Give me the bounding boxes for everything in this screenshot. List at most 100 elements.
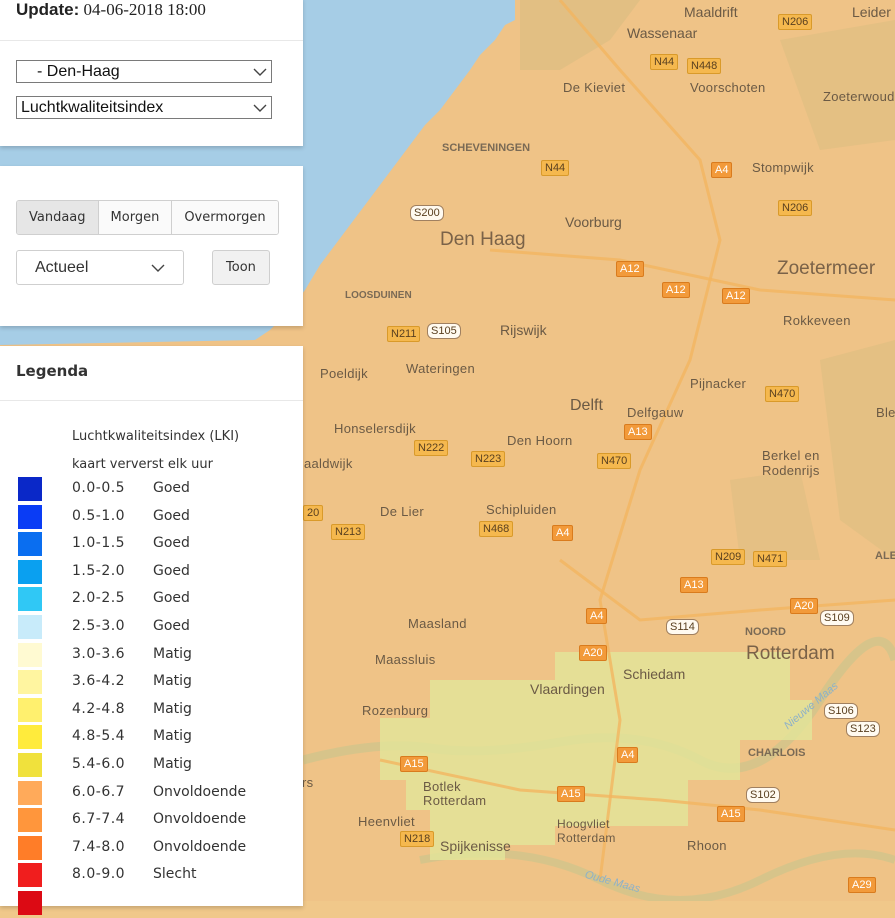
legend-range: 0.5-1.0 — [72, 507, 126, 524]
legend-row — [0, 891, 303, 918]
index-select[interactable]: Luchtkwaliteitsindex — [16, 96, 272, 119]
road-shield-s109: S109 — [820, 610, 854, 626]
place-stompwijk: Stompwijk — [752, 160, 814, 175]
road-shield-s106: S106 — [824, 703, 858, 719]
road-shield-n20: 20 — [303, 505, 324, 521]
road-shield-a12: A12 — [616, 261, 644, 277]
legend-range: 4.2-4.8 — [72, 700, 126, 717]
legend-swatch — [18, 891, 42, 915]
road-shield-n206-b: N206 — [778, 200, 813, 216]
index-select-value: Luchtkwaliteitsindex — [21, 99, 164, 116]
road-shield-a20-b: A20 — [579, 645, 607, 661]
place-ale: ALE — [875, 550, 895, 562]
legend-swatch — [18, 642, 42, 667]
divider — [0, 40, 303, 41]
place-maassluis: Maassluis — [375, 652, 436, 667]
legend-label: Onvoldoende — [153, 838, 247, 855]
legend-range: 5.4-6.0 — [72, 756, 126, 772]
place-hoogvliet-rotterdam: Hoogvliet Rotterdam — [557, 817, 616, 845]
place-charlois: CHARLOIS — [748, 747, 806, 759]
legend-swatch — [18, 808, 42, 833]
legend-swatch — [18, 559, 42, 584]
legend-range: 0.0-0.5 — [72, 480, 126, 496]
legend-refresh-note: kaart ververst elk uur — [72, 457, 213, 472]
legend-label: Matig — [153, 700, 192, 717]
legend-row: 2.5-3.0 Goed — [0, 615, 303, 642]
legend-row: 6.7-7.4 Onvoldoende — [0, 808, 303, 835]
place-de-kieviet: De Kieviet — [563, 80, 626, 95]
legend-swatch — [18, 615, 42, 639]
legend-range: 3.6-4.2 — [72, 673, 126, 690]
legend-title: Legenda — [16, 362, 89, 380]
forecast-panel: Vandaag Morgen Overmorgen Actueel Toon — [0, 166, 303, 326]
legend-swatch — [18, 504, 42, 529]
place-pijnacker: Pijnacker — [690, 376, 747, 391]
road-shield-s200: S200 — [410, 205, 444, 221]
road-shield-a12-c: A12 — [722, 288, 750, 304]
legend-label: Goed — [153, 507, 190, 524]
legend-swatch — [18, 670, 42, 695]
legend-range: 1.0-1.5 — [72, 535, 126, 552]
legend-subtitle: Luchtkwaliteitsindex (LKI) — [72, 429, 240, 444]
legend-row: 1.0-1.5 Goed — [0, 532, 303, 559]
legend-range: 6.0-6.7 — [72, 783, 126, 800]
place-poeldijk: Poeldijk — [320, 366, 368, 381]
legend-range: 2.5-3.0 — [72, 618, 126, 634]
legend-row: 1.5-2.0 Goed — [0, 559, 303, 587]
place-ble: Ble — [876, 405, 895, 420]
road-shield-a4-c: A4 — [586, 608, 608, 624]
place-berkel-en-rodenrijs: Berkel en Rodenrijs — [762, 448, 820, 478]
road-shield-n44-b: N44 — [541, 160, 570, 176]
road-shield-s105: S105 — [427, 323, 461, 339]
legend-label: Matig — [153, 756, 192, 772]
location-select[interactable]: - Den-Haag — [16, 60, 272, 83]
tab-overmorgen[interactable]: Overmorgen — [172, 201, 278, 234]
tab-vandaag[interactable]: Vandaag — [17, 201, 99, 234]
road-shield-n448: N448 — [687, 58, 722, 74]
place-den-hoorn: Den Hoorn — [507, 433, 573, 448]
legend-panel: Legenda Luchtkwaliteitsindex (LKI) kaart… — [0, 346, 303, 915]
divider — [0, 400, 303, 401]
legend-range: 7.4-8.0 — [72, 838, 126, 855]
place-spijkenisse: Spijkenisse — [440, 838, 511, 854]
time-dropdown[interactable]: Actueel — [16, 250, 184, 285]
show-button[interactable]: Toon — [212, 250, 270, 285]
legend-swatch — [18, 835, 42, 860]
place-leiden: Leider — [852, 4, 891, 20]
road-shield-n44: N44 — [650, 54, 679, 70]
legend-range: 8.0-9.0 — [72, 866, 126, 883]
legend-swatch — [18, 780, 42, 805]
road-shield-n470: N470 — [765, 386, 800, 402]
place-schipluiden: Schipluiden — [486, 502, 557, 517]
place-delfgauw: Delfgauw — [627, 405, 684, 420]
legend-range: 1.5-2.0 — [72, 562, 126, 579]
legend-label: Slecht — [153, 866, 197, 883]
place-voorburg: Voorburg — [565, 214, 622, 230]
chevron-down-icon — [253, 68, 267, 76]
road-shield-a29: A29 — [848, 877, 876, 893]
legend-range: 2.0-2.5 — [72, 590, 126, 607]
location-select-value: - Den-Haag — [37, 63, 120, 80]
legend-label: Goed — [153, 562, 190, 579]
legend-swatch — [18, 587, 42, 612]
place-botlek-rotterdam: Botlek Rotterdam — [423, 779, 487, 808]
legend-swatch — [18, 532, 42, 557]
road-shield-s114: S114 — [666, 619, 699, 635]
place-zoetermeer: Zoetermeer — [777, 258, 876, 279]
legend-swatch — [18, 753, 42, 777]
time-dropdown-value: Actueel — [35, 259, 89, 276]
place-schiedam: Schiedam — [623, 666, 686, 682]
legend-row: 6.0-6.7 Onvoldoende — [0, 780, 303, 808]
tab-morgen[interactable]: Morgen — [98, 201, 173, 234]
legend-row: 0.0-0.5 Goed — [0, 477, 303, 504]
legend-range: 3.0-3.6 — [72, 645, 126, 662]
road-shield-a4-b: A4 — [552, 525, 574, 541]
legend-row: 0.5-1.0 Goed — [0, 504, 303, 532]
road-shield-s102: S102 — [746, 787, 780, 803]
place-rozenburg: Rozenburg — [362, 703, 429, 718]
legend-label: Onvoldoende — [153, 783, 247, 800]
update-label: Update: — [16, 0, 80, 19]
legend-row: 2.0-2.5 Goed — [0, 587, 303, 614]
road-shield-a15: A15 — [400, 756, 428, 772]
legend-row: 7.4-8.0 Onvoldoende — [0, 835, 303, 863]
